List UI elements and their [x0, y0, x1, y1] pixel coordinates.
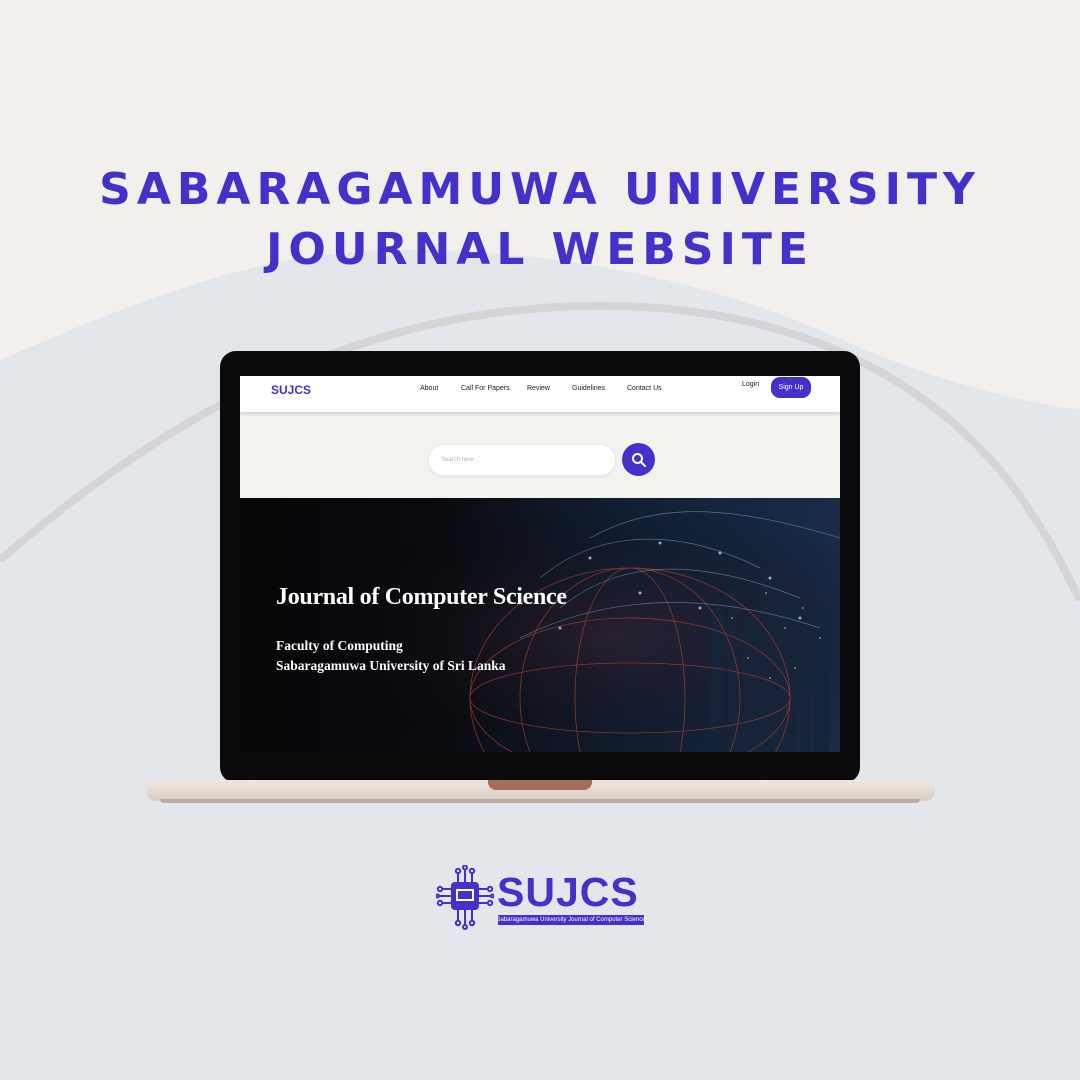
signup-button[interactable]: Sign Up [771, 377, 811, 398]
headline-line-2: JOURNAL WEBSITE [266, 224, 814, 275]
site-navbar: SUJCS About Call For Papers Review Guide… [240, 376, 840, 412]
headline: SABARAGAMUWA UNIVERSITY JOURNAL WEBSITE [0, 160, 1080, 280]
hero-subtitle-line-1: Faculty of Computing [276, 638, 403, 653]
laptop-notch [488, 780, 592, 790]
site-logo[interactable]: SUJCS [271, 383, 311, 397]
website-screenshot: SUJCS About Call For Papers Review Guide… [240, 376, 840, 752]
login-link[interactable]: Login [742, 381, 759, 388]
hero-subtitle: Faculty of Computing Sabaragamuwa Univer… [276, 636, 506, 676]
brand-tagline: Sabaragamuwa University Journal of Compu… [496, 915, 646, 925]
brand-name: SUJCS [497, 869, 639, 915]
headline-line-1: SABARAGAMUWA UNIVERSITY [99, 164, 981, 215]
nav-call-for-papers[interactable]: Call For Papers [461, 385, 510, 392]
nav-about[interactable]: About [420, 385, 438, 392]
hero-banner: Journal of Computer Science Faculty of C… [240, 498, 840, 752]
hero-title: Journal of Computer Science [276, 584, 567, 610]
laptop-base-shadow [160, 799, 920, 803]
brand-logo: SUJCS Sabaragamuwa University Journal of… [436, 865, 646, 931]
search-button[interactable] [622, 443, 655, 476]
search-input[interactable]: Search here [428, 444, 616, 476]
search-icon [631, 452, 646, 467]
hero-subtitle-line-2: Sabaragamuwa University of Sri Lanka [276, 658, 506, 673]
hero-globe-network-image [240, 498, 840, 752]
nav-contact-us[interactable]: Contact Us [627, 385, 662, 392]
nav-review[interactable]: Review [527, 385, 550, 392]
nav-guidelines[interactable]: Guidelines [572, 385, 605, 392]
circuit-chip-icon [436, 865, 494, 930]
